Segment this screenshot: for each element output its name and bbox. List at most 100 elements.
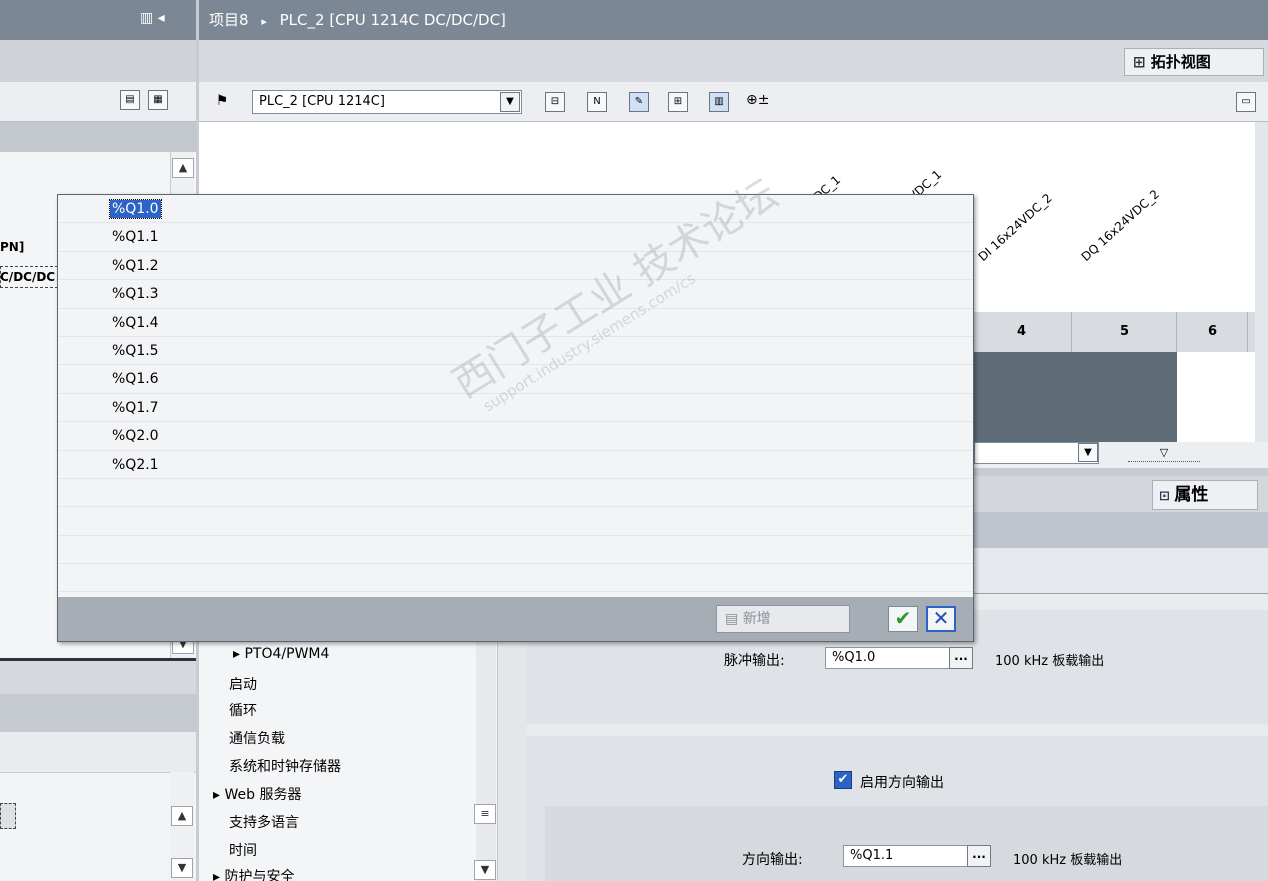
expand-arrow-icon[interactable]: ▸ — [233, 646, 240, 662]
device-view-scrollbar[interactable] — [1255, 122, 1268, 452]
new-button-label: 新增 — [742, 611, 771, 627]
scroll-up-icon[interactable]: ▲ — [172, 158, 194, 178]
new-address-button: ▤ 新增 — [716, 605, 850, 633]
device-data-icon[interactable]: ▭ — [1236, 92, 1256, 112]
direction-output-field[interactable]: %Q1.1 — [843, 845, 969, 867]
pulse-output-note: 100 kHz 板载输出 — [995, 654, 1105, 669]
nav-item-label: PTO4/PWM4 — [244, 646, 330, 662]
nav-item[interactable]: 循环 — [229, 700, 257, 720]
details-view-header — [0, 694, 196, 732]
properties-icon: ⊡ — [1159, 489, 1175, 504]
enable-direction-checkbox[interactable]: ✔ — [834, 771, 852, 789]
direction-output-label: 方向输出: — [742, 852, 803, 868]
chevron-down-icon[interactable]: ▼ — [1078, 443, 1098, 462]
nav-item[interactable]: 通信负载 — [229, 728, 285, 748]
address-item[interactable]: %Q1.6 — [58, 365, 973, 394]
topology-icon: ⊞ — [1133, 53, 1151, 71]
address-item[interactable]: %Q1.7 — [58, 394, 973, 423]
nav-item[interactable]: 时间 — [229, 840, 257, 860]
list-view-icon[interactable]: ▤ — [120, 90, 140, 110]
nav-item[interactable]: 系统和时钟存储器 — [229, 756, 341, 776]
project-tree-toolbar: ▤ ▦ — [0, 82, 196, 122]
expand-arrow-icon[interactable]: ▸ — [213, 787, 220, 803]
zoom-icon[interactable]: ⊕± — [746, 92, 769, 108]
address-text: %Q1.3 — [112, 286, 159, 303]
address-item[interactable]: %Q1.1 — [58, 223, 973, 252]
pulse-output-label: 脉冲输出: — [724, 653, 785, 669]
address-text: %Q1.5 — [112, 342, 159, 359]
nav-item-label: Web 服务器 — [224, 787, 302, 803]
scroll-grip-icon[interactable]: ≡ — [474, 804, 496, 824]
empty-row — [58, 479, 973, 508]
details-scrollbar[interactable]: ▲ ▼ — [170, 772, 194, 881]
properties-tab-label: 属性 — [1174, 485, 1209, 505]
project-tree-header — [0, 40, 196, 82]
confirm-icon[interactable]: ✔ — [888, 606, 918, 632]
tab-topology-view[interactable]: ⊞ 拓扑视图 — [1124, 48, 1264, 76]
address-item[interactable]: %Q1.5 — [58, 337, 973, 366]
details-view-title — [0, 658, 196, 694]
network-icon[interactable]: ⚑ — [212, 92, 232, 112]
breadcrumb-separator-icon: ▸ — [261, 15, 267, 28]
address-text: %Q1.0 — [109, 199, 162, 219]
details-view-list — [0, 772, 196, 881]
pulse-output-browse-button[interactable]: ... — [949, 647, 973, 669]
direction-output-browse-button[interactable]: ... — [967, 845, 991, 867]
nav-item[interactable]: ▸ PTO4/PWM4 — [233, 646, 329, 662]
editor-breadcrumb: 项目8 ▸ PLC_2 [CPU 1214C DC/DC/DC] — [199, 0, 1268, 40]
table-export-icon[interactable]: ▦ — [148, 90, 168, 110]
empty-row — [58, 507, 973, 536]
cancel-icon[interactable]: ✕ — [926, 606, 956, 632]
tree-item-cpu[interactable]: C/DC/DC — [0, 270, 55, 284]
nav-item[interactable]: ▸ Web 服务器 — [213, 784, 301, 804]
address-text: %Q1.4 — [112, 314, 159, 331]
device-select[interactable]: PLC_2 [CPU 1214C] — [252, 90, 522, 114]
address-picker-popup: %Q1.0 %Q1.1 %Q1.2 %Q1.3 %Q1.4 %Q1.5 %Q1.… — [57, 194, 974, 642]
nav-item[interactable]: ▸ 防护与安全 — [213, 866, 294, 881]
address-item[interactable]: %Q1.0 — [58, 195, 973, 224]
address-item[interactable]: %Q1.2 — [58, 252, 973, 281]
address-text: %Q1.7 — [112, 399, 159, 416]
nav-item[interactable]: 支持多语言 — [229, 812, 299, 832]
edit-pencil-icon[interactable]: ✎ — [629, 92, 649, 112]
chevron-down-icon[interactable]: ▼ — [500, 92, 520, 112]
direction-output-note: 100 kHz 板载输出 — [1013, 853, 1123, 868]
address-item[interactable]: %Q1.3 — [58, 280, 973, 309]
breadcrumb-device[interactable]: PLC_2 [CPU 1214C DC/DC/DC] — [280, 11, 506, 29]
address-item[interactable]: %Q2.1 — [58, 451, 973, 479]
rack-empty-slot[interactable] — [1177, 352, 1257, 442]
pane-collapse-controls[interactable]: ▥ ◂ — [140, 10, 165, 26]
direction-output-inner — [545, 806, 1268, 881]
address-text: %Q2.1 — [112, 456, 159, 473]
project-tree-column-header — [0, 122, 196, 152]
address-text: %Q1.2 — [112, 257, 159, 274]
scroll-down-icon[interactable]: ▼ — [474, 860, 496, 880]
inspector-subtabs-2 — [972, 548, 1268, 594]
rack-slot-number: 4 — [972, 312, 1072, 352]
rack-slot-number: 6 — [1178, 312, 1248, 352]
nav-item[interactable]: 启动 — [229, 674, 257, 694]
rack-slot-number: 5 — [1073, 312, 1177, 352]
address-item[interactable]: %Q2.0 — [58, 422, 973, 451]
zoom-slider[interactable]: ▽ — [1128, 446, 1200, 462]
name-tag-icon[interactable]: N — [587, 92, 607, 112]
empty-row — [58, 564, 973, 593]
pulse-output-field[interactable]: %Q1.0 — [825, 647, 951, 669]
tab-properties[interactable]: ⊡ 属性 — [1152, 480, 1258, 510]
address-text: %Q1.1 — [112, 229, 159, 246]
breadcrumb-project[interactable]: 项目8 — [209, 11, 249, 29]
grid-icon[interactable]: ⊞ — [668, 92, 688, 112]
expand-arrow-icon[interactable]: ▸ — [213, 869, 220, 881]
project-tree-title-bar — [0, 0, 196, 40]
inspector-subtabs — [972, 512, 1268, 548]
scroll-down-icon[interactable]: ▼ — [171, 858, 193, 878]
new-tag-icon: ▤ — [725, 611, 743, 627]
rack-modules[interactable] — [972, 352, 1177, 442]
scroll-up-icon[interactable]: ▲ — [171, 806, 193, 826]
address-text: %Q1.6 — [112, 371, 159, 388]
show-module-labels-icon[interactable]: ⊟ — [545, 92, 565, 112]
empty-row — [58, 536, 973, 565]
panel-toggle-icon[interactable]: ▥ — [709, 92, 729, 112]
address-item[interactable]: %Q1.4 — [58, 309, 973, 337]
tree-item-pn[interactable]: PN] — [0, 240, 24, 254]
